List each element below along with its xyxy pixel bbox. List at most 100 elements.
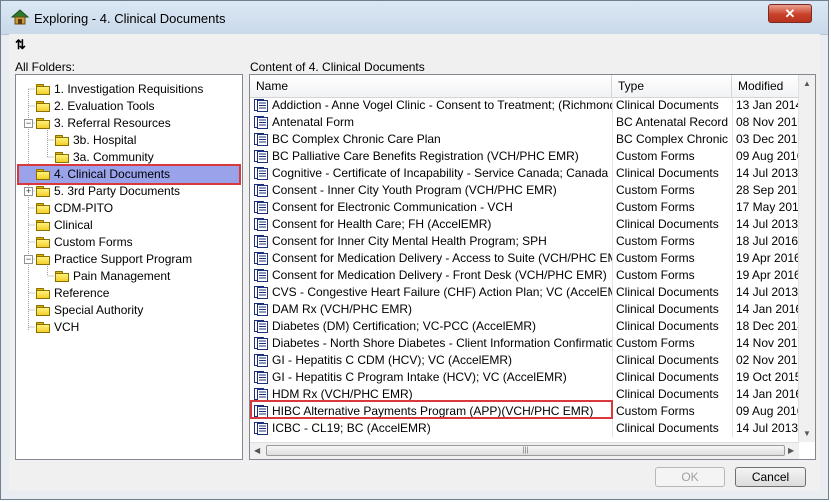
form-document-icon — [254, 252, 268, 265]
scroll-right-icon[interactable]: ▶ — [788, 446, 794, 455]
row-modified: 14 Jan 2016 — [736, 302, 799, 316]
tree-item-practice-support-program[interactable]: Practice Support Program — [36, 251, 192, 268]
row-type: BC Complex Chronic ... — [616, 132, 732, 146]
explorer-icon — [11, 9, 29, 25]
table-row[interactable]: BC Palliative Care Benefits Registration… — [250, 148, 799, 165]
tree-item-clinical-documents[interactable]: 4. Clinical Documents — [36, 166, 170, 183]
tree-item-label: VCH — [54, 320, 80, 334]
table-row[interactable]: Consent - Inner City Youth Program (VCH/… — [250, 182, 799, 199]
refresh-icon[interactable]: ⇅ — [15, 37, 26, 53]
folder-icon — [55, 271, 69, 282]
row-name-cell: HIBC Alternative Payments Program (APP)(… — [250, 403, 612, 420]
table-row[interactable]: Consent for Health Care; FH (AccelEMR) Cl… — [250, 216, 799, 233]
tree-item-label: 1. Investigation Requisitions — [54, 82, 204, 96]
row-modified: 02 Nov 2015 — [736, 353, 799, 367]
table-row[interactable]: HIBC Alternative Payments Program (APP)(… — [250, 403, 799, 420]
table-row[interactable]: Antenatal Form BC Antenatal Record 08 Nov … — [250, 114, 799, 131]
row-name-cell: ICBC - CL19; BC (AccelEMR) — [250, 420, 612, 437]
table-row[interactable]: Consent for Medication Delivery - Access… — [250, 250, 799, 267]
cancel-button[interactable]: Cancel — [735, 467, 806, 487]
tree-item-cdm-pito[interactable]: CDM-PITO — [36, 200, 113, 217]
row-type: Clinical Documents — [616, 421, 719, 435]
horizontal-scrollbar[interactable]: ◀ ||| ▶ — [250, 442, 799, 459]
table-row[interactable]: Diabetes - North Shore Diabetes - Client… — [250, 335, 799, 352]
tree-item-community[interactable]: 3a. Community — [55, 149, 154, 166]
table-row[interactable]: GI - Hepatitis C CDM (HCV); VC (AccelEMR… — [250, 352, 799, 369]
form-document-icon — [254, 201, 268, 214]
row-type: Clinical Documents — [616, 353, 719, 367]
tree-item-clinical[interactable]: Clinical — [36, 217, 93, 234]
ok-button[interactable]: OK — [655, 467, 725, 487]
row-modified: 14 Jul 2013 — [736, 166, 799, 180]
row-name: BC Palliative Care Benefits Registration… — [272, 149, 579, 163]
folder-icon — [36, 220, 50, 231]
row-type: Clinical Documents — [616, 387, 719, 401]
table-row[interactable]: GI - Hepatitis C Program Intake (HCV); V… — [250, 369, 799, 386]
collapse-toggle-icon[interactable]: − — [24, 119, 33, 128]
row-modified: 09 Aug 2016 — [736, 404, 799, 418]
row-name: BC Complex Chronic Care Plan — [272, 132, 441, 146]
expand-toggle-icon[interactable]: + — [24, 187, 33, 196]
tree-item-pain-management[interactable]: Pain Management — [55, 268, 170, 285]
collapse-toggle-icon[interactable]: − — [24, 255, 33, 264]
row-name-cell: Cognitive - Certificate of Incapability … — [250, 165, 612, 182]
scroll-left-icon[interactable]: ◀ — [254, 446, 260, 455]
tree-item-3rd-party-documents[interactable]: 5. 3rd Party Documents — [36, 183, 180, 200]
table-row[interactable]: ICBC - CL19; BC (AccelEMR) Clinical Docum… — [250, 420, 799, 437]
row-name: Consent for Inner City Mental Health Pro… — [272, 234, 547, 248]
form-document-icon — [254, 303, 268, 316]
row-modified: 18 Dec 2014 — [736, 319, 799, 333]
table-row[interactable]: Diabetes (DM) Certification; VC-PCC (Acc… — [250, 318, 799, 335]
tree-item-vch[interactable]: VCH — [36, 319, 79, 336]
tree-item-evaluation-tools[interactable]: 2. Evaluation Tools — [36, 98, 155, 115]
folder-icon — [36, 84, 50, 95]
tree-item-reference[interactable]: Reference — [36, 285, 109, 302]
tree-item-custom-forms[interactable]: Custom Forms — [36, 234, 133, 251]
scroll-up-icon[interactable]: ▲ — [803, 79, 811, 88]
row-name: Consent for Electronic Communication - V… — [272, 200, 513, 214]
table-row[interactable]: DAM Rx (VCH/PHC EMR) Clinical Documents 14… — [250, 301, 799, 318]
column-header-name[interactable]: Name — [250, 75, 612, 97]
table-row[interactable]: HDM Rx (VCH/PHC EMR) Clinical Documents 14… — [250, 386, 799, 403]
horizontal-scroll-thumb[interactable]: ||| — [266, 445, 785, 456]
column-header-type[interactable]: Type — [612, 75, 732, 97]
dialog-body: All Folders: Content of 4. Clinical Docu… — [9, 56, 820, 491]
content-list[interactable]: Name Type Modified Addiction - Anne Voge… — [249, 74, 816, 460]
table-row[interactable]: Consent for Inner City Mental Health Pro… — [250, 233, 799, 250]
row-modified: 14 Nov 2016 — [736, 336, 799, 350]
form-document-icon — [254, 337, 268, 350]
row-name-cell: Consent for Inner City Mental Health Pro… — [250, 233, 612, 250]
row-name-cell: Consent for Electronic Communication - V… — [250, 199, 612, 216]
table-row[interactable]: CVS - Congestive Heart Failure (CHF) Act… — [250, 284, 799, 301]
tree-item-hospital[interactable]: 3b. Hospital — [55, 132, 136, 149]
row-type: Clinical Documents — [616, 285, 719, 299]
tree-item-label: Clinical — [54, 218, 93, 232]
table-row[interactable]: Consent for Medication Delivery - Front … — [250, 267, 799, 284]
scroll-down-icon[interactable]: ▼ — [803, 429, 811, 438]
column-header-modified[interactable]: Modified — [732, 75, 799, 97]
tree-item-label: 3a. Community — [73, 150, 154, 164]
all-folders-label: All Folders: — [15, 60, 76, 74]
row-modified: 14 Jan 2016 — [736, 387, 799, 401]
row-name-cell: Consent - Inner City Youth Program (VCH/… — [250, 182, 612, 199]
folder-icon — [36, 101, 50, 112]
folder-tree[interactable]: − + − 1. Investigation Requisitions 2. E… — [15, 74, 243, 460]
row-modified: 14 Jul 2013 — [736, 217, 799, 231]
table-row[interactable]: Cognitive - Certificate of Incapability … — [250, 165, 799, 182]
table-row[interactable]: Consent for Electronic Communication - V… — [250, 199, 799, 216]
form-document-icon — [254, 405, 268, 418]
tree-item-referral-resources[interactable]: 3. Referral Resources — [36, 115, 171, 132]
table-row[interactable]: BC Complex Chronic Care Plan BC Complex C… — [250, 131, 799, 148]
row-name-cell: CVS - Congestive Heart Failure (CHF) Act… — [250, 284, 612, 301]
row-name: GI - Hepatitis C CDM (HCV); VC (AccelEMR… — [272, 353, 513, 367]
tree-item-investigation-requisitions[interactable]: 1. Investigation Requisitions — [36, 81, 203, 98]
table-row[interactable]: Addiction - Anne Vogel Clinic - Consent … — [250, 97, 799, 114]
row-name-cell: Addiction - Anne Vogel Clinic - Consent … — [250, 97, 612, 114]
close-button[interactable]: ✕ — [768, 4, 812, 23]
tree-item-special-authority[interactable]: Special Authority — [36, 302, 143, 319]
vertical-scrollbar[interactable]: ▲ ▼ — [798, 75, 815, 442]
form-document-icon — [254, 320, 268, 333]
row-name-cell: GI - Hepatitis C CDM (HCV); VC (AccelEMR… — [250, 352, 612, 369]
folder-icon — [55, 152, 69, 163]
row-type: Clinical Documents — [616, 166, 719, 180]
